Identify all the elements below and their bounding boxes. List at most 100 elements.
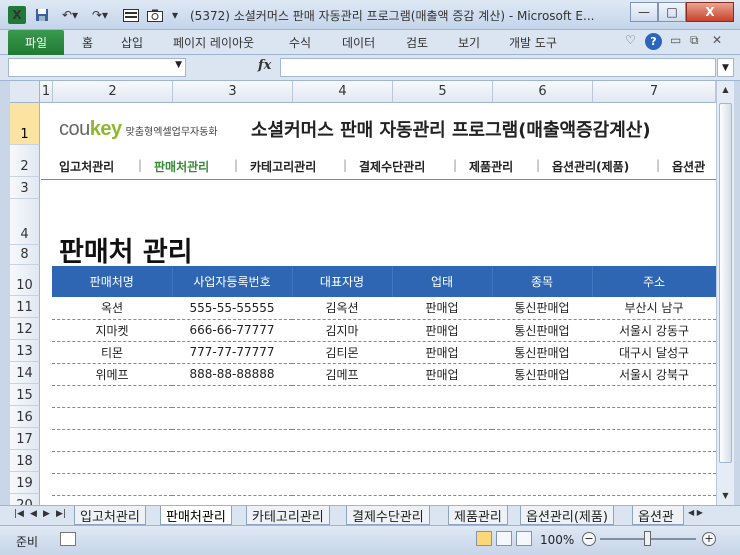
cell-representative[interactable] xyxy=(292,451,392,474)
cell-name[interactable] xyxy=(52,451,172,474)
cell-business-number[interactable]: 666-66-77777 xyxy=(172,319,292,342)
scroll-down-icon[interactable]: ▼ xyxy=(717,487,734,503)
minimize-button[interactable]: — xyxy=(630,2,658,22)
tab-data[interactable]: 데이터 xyxy=(342,34,375,51)
tab-formulas[interactable]: 수식 xyxy=(289,34,311,51)
zoom-out-button[interactable]: − xyxy=(582,532,596,546)
page-break-view-icon[interactable] xyxy=(516,531,532,546)
cell-business-number[interactable] xyxy=(172,385,292,408)
cell-business-type[interactable]: 판매업 xyxy=(392,297,492,320)
undo-icon[interactable]: ↶▾ xyxy=(58,6,82,24)
tab-developer[interactable]: 개발 도구 xyxy=(509,34,557,51)
name-box-dropdown-icon[interactable]: ▼ xyxy=(175,60,182,70)
nav-item-product[interactable]: 제품관리 xyxy=(469,158,513,175)
sheet-tab-product[interactable]: 제품관리 xyxy=(448,506,508,525)
zoom-in-button[interactable]: + xyxy=(702,532,716,546)
excel-icon[interactable]: X xyxy=(8,6,26,24)
form-icon[interactable] xyxy=(122,6,140,24)
formula-input[interactable] xyxy=(280,58,716,77)
cell-business-item[interactable]: 통신판매업 xyxy=(492,319,592,342)
nav-item-sales-channel[interactable]: 판매처관리 xyxy=(154,158,209,175)
cell-name[interactable] xyxy=(52,385,172,408)
cell-business-type[interactable] xyxy=(392,385,492,408)
vertical-scrollbar[interactable]: ▲ ▼ xyxy=(716,81,734,505)
cell-representative[interactable] xyxy=(292,429,392,452)
row-header[interactable]: 19 xyxy=(10,472,40,494)
row-header[interactable]: 13 xyxy=(10,340,40,362)
column-header[interactable]: 4 xyxy=(293,81,393,103)
customize-icon[interactable]: ▾ xyxy=(170,6,180,24)
column-header[interactable]: 3 xyxy=(173,81,293,103)
cell-business-number[interactable]: 555-55-55555 xyxy=(172,297,292,320)
next-sheet-icon[interactable]: ▶ xyxy=(43,509,50,519)
tab-home[interactable]: 홈 xyxy=(82,34,93,51)
column-header[interactable]: 5 xyxy=(393,81,493,103)
row-header[interactable]: 3 xyxy=(10,177,40,199)
sheet-tab-sales-channel[interactable]: 판매처관리 xyxy=(160,506,232,525)
cell-business-number[interactable] xyxy=(172,451,292,474)
save-icon[interactable] xyxy=(34,6,50,24)
select-all-corner[interactable] xyxy=(10,81,40,103)
row-header[interactable]: 15 xyxy=(10,384,40,406)
zoom-level[interactable]: 100% xyxy=(540,533,574,547)
cell-business-number[interactable] xyxy=(172,407,292,430)
cell-representative[interactable] xyxy=(292,385,392,408)
cell-address[interactable] xyxy=(592,451,716,474)
cell-representative[interactable] xyxy=(292,473,392,496)
nav-item-option[interactable]: 옵션관 xyxy=(672,158,705,175)
cell-representative[interactable]: 김메프 xyxy=(292,363,392,386)
cell-name[interactable]: 지마켓 xyxy=(52,319,172,342)
cell-business-type[interactable]: 판매업 xyxy=(392,363,492,386)
first-sheet-icon[interactable]: |◀ xyxy=(14,509,24,519)
row-header[interactable]: 18 xyxy=(10,450,40,472)
cell-address[interactable]: 서울시 강동구 xyxy=(592,319,716,342)
cell-business-type[interactable] xyxy=(392,473,492,496)
row-header[interactable]: 10 xyxy=(10,265,40,296)
nav-item-category[interactable]: 카테고리관리 xyxy=(250,158,316,175)
tab-review[interactable]: 검토 xyxy=(406,34,428,51)
cell-address[interactable] xyxy=(592,385,716,408)
cell-address[interactable] xyxy=(592,429,716,452)
tab-file[interactable]: 파일 xyxy=(8,30,64,55)
row-header[interactable]: 8 xyxy=(10,245,40,265)
sheet-tab-category[interactable]: 카테고리관리 xyxy=(246,506,330,525)
cell-address[interactable] xyxy=(592,473,716,496)
cell-business-number[interactable] xyxy=(172,473,292,496)
sheet-tab-payment[interactable]: 결제수단관리 xyxy=(346,506,430,525)
sheet-tab-option[interactable]: 옵션관 xyxy=(632,506,684,525)
cell-business-type[interactable] xyxy=(392,429,492,452)
cell-business-item[interactable] xyxy=(492,407,592,430)
row-header[interactable]: 1 xyxy=(10,103,40,145)
cell-business-type[interactable] xyxy=(392,451,492,474)
maximize-button[interactable]: □ xyxy=(658,2,686,22)
cell-business-item[interactable] xyxy=(492,451,592,474)
cell-business-item[interactable]: 통신판매업 xyxy=(492,297,592,320)
cell-business-item[interactable] xyxy=(492,385,592,408)
row-header[interactable]: 20 xyxy=(10,494,40,505)
redo-icon[interactable]: ↷▾ xyxy=(88,6,112,24)
cell-representative[interactable]: 김지마 xyxy=(292,319,392,342)
horizontal-scroll-arrows[interactable]: ◀ ▶ xyxy=(688,508,718,523)
formula-expand-icon[interactable]: ▼ xyxy=(717,58,734,77)
cell-business-item[interactable] xyxy=(492,429,592,452)
tab-insert[interactable]: 삽입 xyxy=(121,34,143,51)
close-button[interactable]: X xyxy=(686,2,734,22)
row-header[interactable]: 14 xyxy=(10,362,40,384)
cell-business-item[interactable] xyxy=(492,473,592,496)
page-layout-view-icon[interactable] xyxy=(496,531,512,546)
ribbon-restore-icon[interactable]: ⧉ xyxy=(690,33,699,48)
sheet-tab-inbound[interactable]: 입고처관리 xyxy=(74,506,146,525)
column-header[interactable]: 2 xyxy=(53,81,173,103)
cell-business-type[interactable]: 판매업 xyxy=(392,341,492,364)
cell-address[interactable]: 부산시 남구 xyxy=(592,297,716,320)
ribbon-min-icon[interactable]: ▭ xyxy=(670,33,681,47)
column-header[interactable]: 6 xyxy=(493,81,593,103)
cell-address[interactable]: 대구시 달성구 xyxy=(592,341,716,364)
cell-business-type[interactable] xyxy=(392,407,492,430)
column-header[interactable]: 1 xyxy=(40,81,53,103)
column-header[interactable]: 7 xyxy=(593,81,716,103)
row-header[interactable]: 2 xyxy=(10,145,40,177)
camera-icon[interactable] xyxy=(146,6,164,24)
row-header[interactable]: 17 xyxy=(10,428,40,450)
nav-item-inbound[interactable]: 입고처관리 xyxy=(59,158,114,175)
